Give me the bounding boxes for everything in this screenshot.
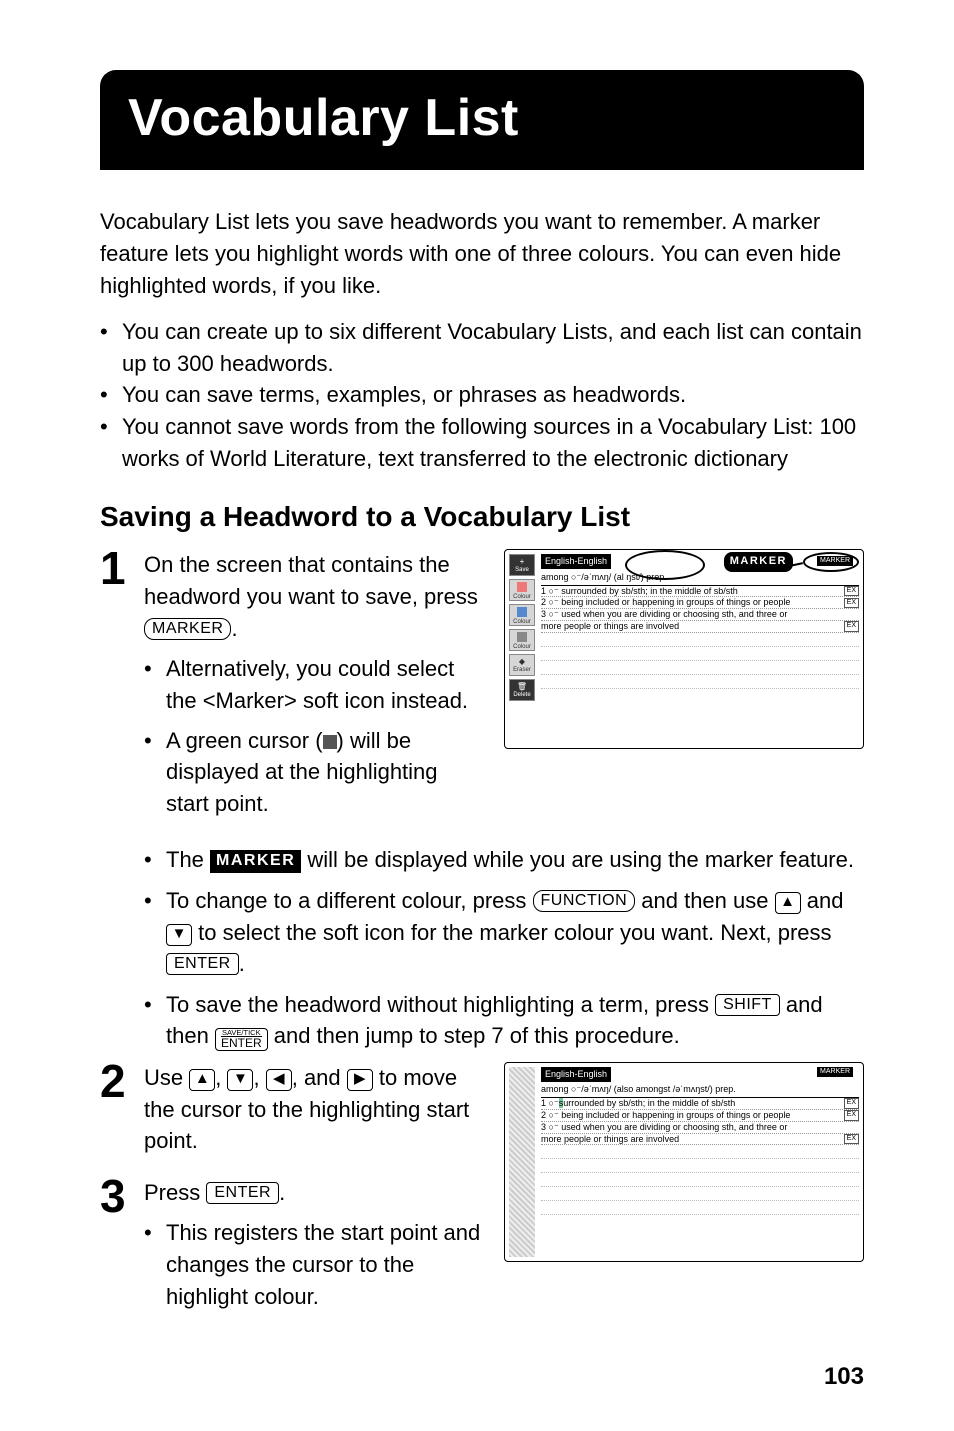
green-cursor-icon bbox=[323, 735, 337, 749]
marker-small-icon: MARKER bbox=[817, 1067, 853, 1077]
function-key: FUNCTION bbox=[533, 890, 636, 912]
screenshot-cursor-move: MARKER English-English among ○⁻/əˈmʌŋ/ (… bbox=[504, 1062, 864, 1262]
step1-note: To save the headword without highlightin… bbox=[144, 989, 864, 1051]
enter-key: ENTER bbox=[206, 1182, 279, 1204]
step1-sub: Alternatively, you could select the <Mar… bbox=[144, 653, 482, 717]
delete-icon: 🗑Delete bbox=[509, 679, 535, 701]
step1-note: The MARKER will be displayed while you a… bbox=[144, 844, 864, 875]
intro-bullet: You can create up to six different Vocab… bbox=[100, 316, 864, 380]
enter-key: ENTER bbox=[166, 953, 239, 975]
def-line: 2 ○⁻ being included or happening in grou… bbox=[541, 1110, 859, 1122]
marker-inverse-icon: MARKER bbox=[210, 850, 301, 873]
save-tick-enter-key: SAVE/TICKENTER bbox=[215, 1028, 268, 1051]
section-heading: Saving a Headword to a Vocabulary List bbox=[100, 501, 864, 533]
step-1: 1 On the screen that contains the headwo… bbox=[100, 549, 864, 828]
page-number: 103 bbox=[100, 1363, 864, 1391]
right-arrow-key: ▶ bbox=[347, 1069, 373, 1091]
up-arrow-key: ▲ bbox=[775, 892, 801, 914]
step1-text-b: . bbox=[231, 616, 237, 641]
sidebar-hatch bbox=[509, 1067, 535, 1257]
eraser-icon: ◆Eraser bbox=[509, 654, 535, 676]
step1-sub-cursor: A green cursor () will be displayed at t… bbox=[144, 725, 482, 821]
intro-text: Vocabulary List lets you save headwords … bbox=[100, 206, 864, 302]
sidebar-icons: +Save Colour Colour Colour ◆Eraser 🗑Dele… bbox=[509, 554, 535, 744]
left-arrow-key: ◀ bbox=[266, 1069, 292, 1091]
step1-full-bullets: The MARKER will be displayed while you a… bbox=[144, 844, 864, 1051]
def-line: more people or things are involvedEX bbox=[541, 621, 859, 633]
screenshot-marker-mode: MARKER MARKER +Save Colour Colour Colour bbox=[504, 549, 864, 749]
down-arrow-key: ▼ bbox=[166, 924, 192, 946]
callout-oval-left bbox=[625, 550, 705, 580]
step-number: 3 bbox=[100, 1173, 144, 1219]
step1-text-a: On the screen that contains the headword… bbox=[144, 552, 478, 609]
intro-bullet: You can save terms, examples, or phrases… bbox=[100, 379, 864, 411]
up-arrow-key: ▲ bbox=[189, 1069, 215, 1091]
def-line: 1 ○⁻ surrounded by sb/sth; in the middle… bbox=[541, 586, 859, 598]
def-line: more people or things are involvedEX bbox=[541, 1134, 859, 1146]
intro-bullets: You can create up to six different Vocab… bbox=[100, 316, 864, 475]
step-number: 2 bbox=[100, 1058, 144, 1104]
dict-header: English-English bbox=[541, 1067, 611, 1082]
page: Vocabulary List Vocabulary List lets you… bbox=[0, 0, 954, 1431]
step-body: On the screen that contains the headword… bbox=[144, 549, 864, 828]
step-number: 1 bbox=[100, 545, 144, 591]
colour-icon: Colour bbox=[509, 579, 535, 601]
def-line: 1 ○⁻ surrounded by sb/sth; in the middle… bbox=[541, 1098, 859, 1110]
marker-badge: MARKER bbox=[724, 552, 793, 572]
marker-key: MARKER bbox=[144, 618, 231, 640]
step3-sub: This registers the start point and chang… bbox=[144, 1217, 482, 1313]
shift-key: SHIFT bbox=[715, 994, 780, 1016]
colour-icon: Colour bbox=[509, 604, 535, 626]
down-arrow-key: ▼ bbox=[227, 1069, 253, 1091]
page-title: Vocabulary List bbox=[128, 88, 836, 148]
step-2: 2 Use ▲, ▼, ◀, and ▶ to move the cursor … bbox=[100, 1062, 864, 1337]
def-line: 3 ○⁻ used when you are dividing or choos… bbox=[541, 609, 859, 621]
callout-oval-right bbox=[803, 552, 859, 572]
intro-bullet: You cannot save words from the following… bbox=[100, 411, 864, 475]
entry-headword: among ○⁻/əˈmʌŋ/ (also amongst /əˈmʌŋst/)… bbox=[541, 1082, 859, 1098]
save-icon: +Save bbox=[509, 554, 535, 576]
dict-header: English-English bbox=[541, 554, 611, 569]
def-line: 3 ○⁻ used when you are dividing or choos… bbox=[541, 1122, 859, 1134]
def-line: 2 ○⁻ being included or happening in grou… bbox=[541, 597, 859, 609]
step1-note: To change to a different colour, press F… bbox=[144, 885, 864, 979]
colour-icon: Colour bbox=[509, 629, 535, 651]
title-bar: Vocabulary List bbox=[100, 70, 864, 170]
